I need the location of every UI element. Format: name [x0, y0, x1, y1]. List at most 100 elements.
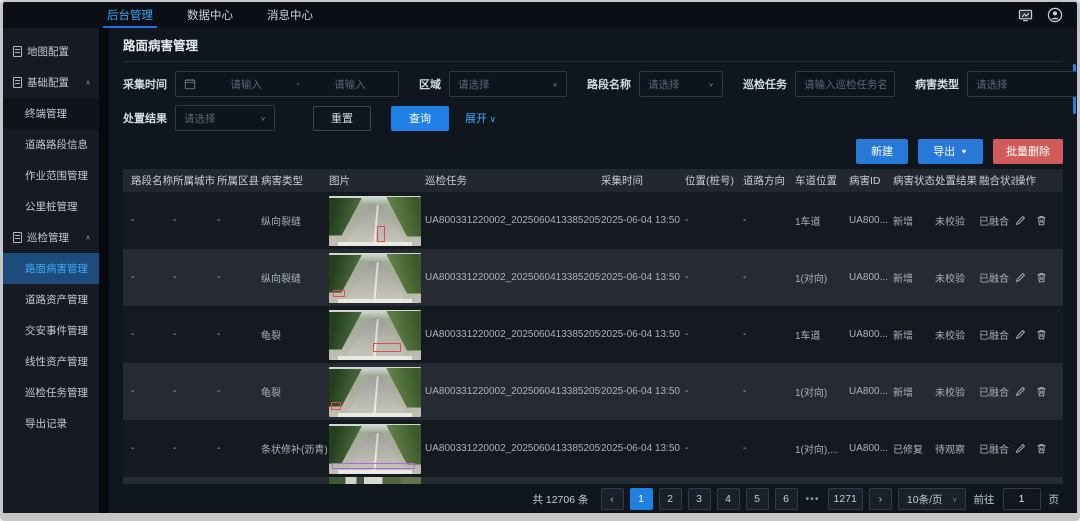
cell-direction: -: [743, 329, 795, 340]
page-button-2[interactable]: 2: [659, 488, 682, 510]
sidebar-item-6[interactable]: 巡检管理∧: [3, 222, 99, 253]
page-button-5[interactable]: 5: [746, 488, 769, 510]
search-button[interactable]: 查询: [391, 106, 449, 131]
sidebar-item-1[interactable]: 基础配置∧: [3, 67, 99, 98]
top-tab-2[interactable]: 消息中心: [263, 2, 317, 28]
column-header-8: 道路方向: [743, 173, 795, 188]
sidebar-item-label: 路面病害管理: [25, 261, 88, 276]
sidebar-item-0[interactable]: 地图配置: [3, 36, 99, 67]
road-photo[interactable]: [329, 310, 421, 360]
cell-status: 新增: [893, 384, 935, 399]
sidebar-item-10[interactable]: 线性资产管理: [3, 346, 99, 377]
result-select[interactable]: 请选择: [175, 105, 275, 131]
cell-status: 新增: [893, 327, 935, 342]
edit-icon[interactable]: [1015, 215, 1026, 226]
edit-icon[interactable]: [1015, 386, 1026, 397]
page-button-6[interactable]: 6: [775, 488, 798, 510]
sidebar-item-7[interactable]: 路面病害管理: [3, 253, 99, 284]
road-photo[interactable]: [329, 424, 421, 474]
disease-type-select[interactable]: 请选择: [967, 71, 1080, 97]
screen-monitor-icon[interactable]: [1018, 8, 1033, 23]
inspection-task-input[interactable]: 请输入巡检任务名称: [795, 71, 895, 97]
cell-result: 未校验: [935, 270, 979, 285]
menu-doc-icon: [13, 46, 22, 57]
sidebar-item-4[interactable]: 作业范围管理: [3, 160, 99, 191]
inspection-task-label: 巡检任务: [743, 76, 787, 92]
delete-icon[interactable]: [1036, 215, 1047, 226]
page-button-3[interactable]: 3: [688, 488, 711, 510]
cell-city: -: [173, 386, 217, 397]
disease-type-label: 病害类型: [915, 76, 959, 92]
expand-filters-link[interactable]: 展开: [465, 110, 496, 126]
sidebar-item-8[interactable]: 道路资产管理: [3, 284, 99, 315]
cell-stake: -: [685, 215, 743, 226]
column-header-5: 巡检任务: [425, 173, 601, 188]
sidebar-item-12[interactable]: 导出记录: [3, 408, 99, 439]
road-photo[interactable]: [329, 253, 421, 303]
column-header-2: 所属区县: [217, 173, 261, 188]
cell-type: 龟裂: [261, 327, 329, 342]
pagination-bar: 共 12706 条 ‹ 123456 ••• 1271 › 10条/页 前往 页: [123, 484, 1063, 514]
table-row: ---龟裂UA800331220002_20250604133852059202…: [123, 306, 1063, 363]
region-select[interactable]: 请选择: [449, 71, 567, 97]
edit-icon[interactable]: [1015, 329, 1026, 340]
date-range-input[interactable]: 请输入 - 请输入: [175, 71, 399, 97]
sidebar-item-label: 终端管理: [25, 106, 67, 121]
edit-icon[interactable]: [1015, 272, 1026, 283]
last-page-button[interactable]: 1271: [828, 488, 863, 510]
road-name-select[interactable]: 请选择: [639, 71, 723, 97]
goto-page-input[interactable]: [1003, 488, 1041, 510]
table-row: ---条状修补(沥青)UA800331220002_20250604133852…: [123, 420, 1063, 477]
edit-icon[interactable]: [1015, 443, 1026, 454]
sidebar-item-5[interactable]: 公里桩管理: [3, 191, 99, 222]
delete-icon[interactable]: [1036, 329, 1047, 340]
cell-actions: [1015, 386, 1055, 397]
batch-delete-button[interactable]: 批量删除: [993, 139, 1063, 164]
cell-lane: 1(对向),...: [795, 441, 849, 456]
delete-icon[interactable]: [1036, 272, 1047, 283]
task-placeholder: 请输入巡检任务名称: [804, 77, 886, 92]
pagination-ellipsis-icon: •••: [806, 493, 820, 505]
cell-city: -: [173, 329, 217, 340]
disease-table: 路段名称所属城市所属区县病害类型图片巡检任务采集时间位置(桩号)道路方向车道位置…: [123, 169, 1063, 484]
top-tab-1[interactable]: 数据中心: [183, 2, 237, 28]
sidebar-item-label: 公里桩管理: [25, 199, 78, 214]
cell-county: -: [217, 215, 261, 226]
cell-stake: -: [685, 443, 743, 454]
top-tab-0[interactable]: 后台管理: [103, 2, 157, 28]
page-size-select[interactable]: 10条/页: [898, 488, 966, 510]
new-button[interactable]: 新建: [856, 139, 908, 164]
sidebar-item-11[interactable]: 巡检任务管理: [3, 377, 99, 408]
column-header-6: 采集时间: [601, 173, 685, 188]
page-button-4[interactable]: 4: [717, 488, 740, 510]
sidebar-item-2[interactable]: 终端管理: [3, 98, 99, 129]
cell-image: [329, 196, 425, 246]
export-button[interactable]: 导出▼: [918, 139, 983, 164]
page-list: 123456: [630, 488, 798, 510]
road-photo[interactable]: [329, 367, 421, 417]
prev-page-button[interactable]: ‹: [601, 488, 624, 510]
next-page-button[interactable]: ›: [869, 488, 892, 510]
topbar-icons: [1018, 2, 1077, 28]
sidebar-item-3[interactable]: 道路路段信息: [3, 129, 99, 160]
road-photo[interactable]: [329, 196, 421, 246]
top-nav: 后台管理数据中心消息中心: [103, 2, 317, 28]
sidebar-item-9[interactable]: 交安事件管理: [3, 315, 99, 346]
cell-road: -: [131, 215, 173, 226]
date-separator: -: [296, 78, 300, 90]
detection-box: [373, 343, 401, 352]
cell-stake: -: [685, 329, 743, 340]
delete-icon[interactable]: [1036, 386, 1047, 397]
page-button-1[interactable]: 1: [630, 488, 653, 510]
reset-button[interactable]: 重置: [313, 106, 371, 131]
goto-label: 前往: [974, 492, 995, 507]
cell-fusion: 已融合: [979, 384, 1015, 399]
delete-icon[interactable]: [1036, 443, 1047, 454]
region-label: 区域: [419, 76, 441, 92]
cell-task: UA800331220002_20250604133852059: [425, 443, 601, 454]
chevron-up-icon: ∧: [85, 79, 91, 86]
sidebar-item-label: 导出记录: [25, 416, 67, 431]
cell-actions: [1015, 215, 1055, 226]
detection-box: [331, 402, 341, 410]
user-avatar-icon[interactable]: [1047, 7, 1063, 23]
